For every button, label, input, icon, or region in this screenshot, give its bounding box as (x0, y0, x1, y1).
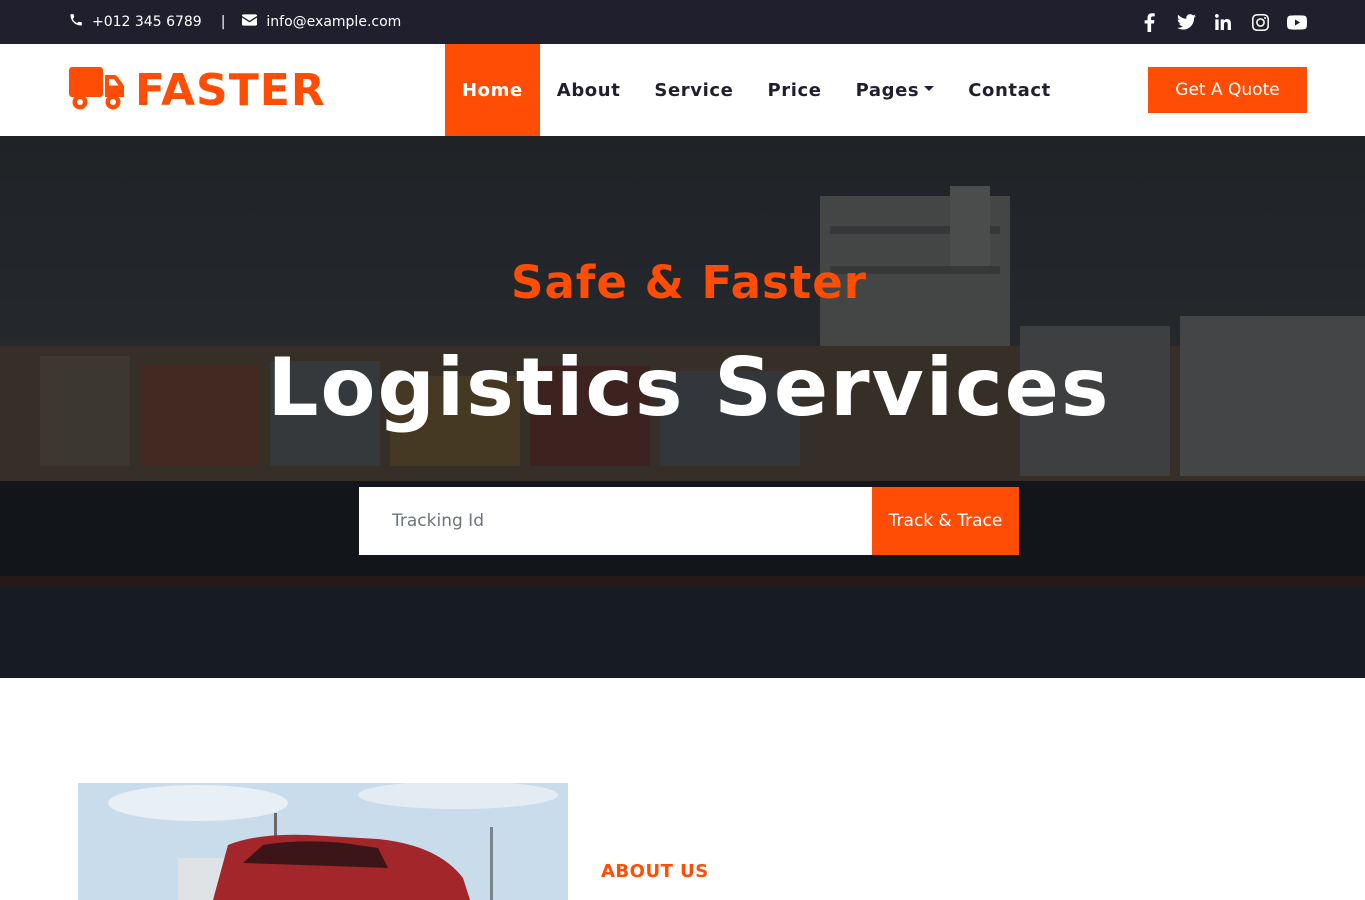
phone-icon (69, 13, 83, 31)
phone-number: +012 345 6789 (92, 14, 202, 30)
caret-down-icon (924, 85, 935, 91)
brand-logo[interactable]: FASTER (69, 64, 326, 116)
envelope-icon (242, 14, 258, 30)
top-bar: +012 345 6789 | info@example.com (0, 0, 1365, 44)
nav-label-home: Home (462, 79, 523, 101)
nav-item-service[interactable]: Service (637, 44, 750, 136)
hero-title: Logistics Services (267, 341, 1111, 434)
truck-photo (78, 783, 568, 900)
brand-name: FASTER (135, 64, 326, 116)
hero-subtitle: Safe & Faster (511, 256, 867, 309)
linkedin-icon[interactable] (1213, 12, 1233, 32)
nav-label-contact: Contact (968, 79, 1051, 101)
nav-label-price: Price (767, 79, 822, 101)
twitter-icon[interactable] (1176, 12, 1196, 32)
nav-label-service: Service (654, 79, 734, 101)
nav-item-about[interactable]: About (540, 44, 638, 136)
tracking-form: Track & Trace (359, 487, 1019, 555)
facebook-icon[interactable] (1139, 12, 1159, 32)
track-and-trace-button[interactable]: Track & Trace (872, 487, 1019, 555)
hero-section: Safe & Faster Logistics Services Track &… (0, 136, 1365, 678)
nav-label-pages: Pages (855, 79, 920, 101)
nav-item-pages[interactable]: Pages (839, 44, 952, 136)
tracking-id-input[interactable] (359, 487, 872, 555)
main-nav: Home About Service Price Pages Contact (445, 44, 1068, 136)
email-address: info@example.com (266, 14, 402, 30)
nav-item-price[interactable]: Price (750, 44, 838, 136)
contact-info: +012 345 6789 | info@example.com (69, 0, 401, 44)
navbar: FASTER Home About Service Price Pages Co… (0, 44, 1365, 136)
contact-separator: | (220, 14, 226, 30)
email-item: info@example.com (242, 14, 401, 30)
truck-icon (69, 65, 125, 115)
nav-label-about: About (556, 79, 621, 101)
youtube-icon[interactable] (1287, 12, 1307, 32)
nav-item-contact[interactable]: Contact (951, 44, 1068, 136)
phone-item: +012 345 6789 (69, 13, 202, 31)
get-quote-button[interactable]: Get A Quote (1148, 67, 1307, 113)
instagram-icon[interactable] (1250, 12, 1270, 32)
nav-item-home[interactable]: Home (445, 44, 540, 136)
about-us-label: ABOUT US (601, 861, 709, 882)
about-image (78, 783, 568, 900)
social-links (1139, 0, 1307, 44)
